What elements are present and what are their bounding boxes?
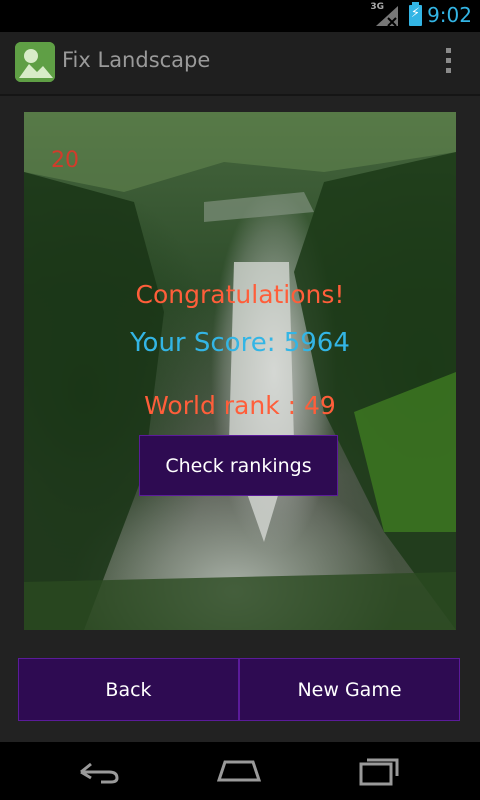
- bottom-button-row: Back New Game: [18, 658, 460, 721]
- status-bar: 3G ⚡ 9:02: [0, 0, 480, 32]
- signal-icon: [376, 6, 398, 26]
- app-title: Fix Landscape: [62, 48, 211, 72]
- new-game-button[interactable]: New Game: [239, 658, 460, 721]
- world-rank-text: World rank : 49: [144, 391, 336, 420]
- check-rankings-button[interactable]: Check rankings: [139, 435, 338, 496]
- clock: 9:02: [427, 3, 472, 27]
- congratulations-text: Congratulations!: [135, 280, 345, 309]
- landscape-image: [24, 112, 456, 630]
- move-counter: 20: [51, 148, 79, 173]
- action-bar: Fix Landscape: [0, 32, 480, 96]
- nav-recents-icon[interactable]: [357, 756, 401, 786]
- score-text: Your Score: 5964: [130, 328, 350, 358]
- overflow-menu-icon[interactable]: [446, 48, 452, 78]
- charging-icon: ⚡: [410, 6, 420, 21]
- navigation-bar: [0, 742, 480, 800]
- landscape-app-icon[interactable]: [15, 42, 55, 82]
- back-button[interactable]: Back: [18, 658, 239, 721]
- nav-home-icon[interactable]: [217, 756, 261, 786]
- nav-back-icon[interactable]: [77, 756, 121, 786]
